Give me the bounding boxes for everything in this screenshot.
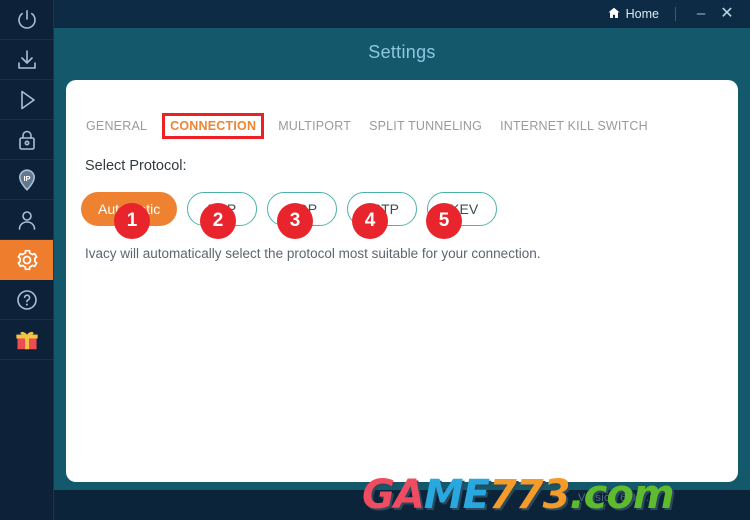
sidebar-item-settings[interactable]	[0, 240, 53, 280]
page-title: Settings	[368, 42, 436, 62]
sidebar-item-power[interactable]	[0, 0, 53, 40]
site-watermark: GAME773.com	[362, 472, 675, 518]
settings-card: GENERAL CONNECTION MULTIPORT SPLIT TUNNE…	[66, 80, 738, 482]
watermark-part-2: ME	[423, 472, 490, 518]
protocol-description: Ivacy will automatically select the prot…	[85, 246, 541, 261]
sidebar-item-account[interactable]	[0, 200, 53, 240]
ip-pin-icon: IP	[15, 168, 39, 192]
watermark-part-4: .com	[569, 472, 674, 518]
sidebar: IP	[0, 0, 54, 520]
titlebar-divider	[675, 7, 676, 21]
gear-icon	[14, 247, 40, 273]
watermark-part-1: GA	[362, 472, 425, 518]
help-icon	[15, 288, 39, 312]
sidebar-item-download[interactable]	[0, 40, 53, 80]
sidebar-item-security[interactable]	[0, 120, 53, 160]
tab-internet-kill-switch[interactable]: INTERNET KILL SWITCH	[500, 116, 648, 136]
svg-text:IP: IP	[23, 174, 30, 183]
annotation-badge-3: 3	[277, 203, 313, 239]
select-protocol-label: Select Protocol:	[85, 158, 187, 174]
annotation-badge-1: 1	[114, 203, 150, 239]
home-icon	[607, 6, 621, 23]
tab-bar: GENERAL CONNECTION MULTIPORT SPLIT TUNNE…	[86, 113, 666, 139]
power-icon	[15, 8, 39, 32]
sidebar-item-ip[interactable]: IP	[0, 160, 53, 200]
tab-general[interactable]: GENERAL	[86, 116, 147, 136]
tab-multiport[interactable]: MULTIPORT	[278, 116, 351, 136]
annotation-badge-2: 2	[200, 203, 236, 239]
play-icon	[15, 88, 39, 112]
minimize-button[interactable]: –	[688, 0, 714, 28]
sidebar-item-help[interactable]	[0, 280, 53, 320]
tab-split-tunneling[interactable]: SPLIT TUNNELING	[369, 116, 482, 136]
sidebar-item-streaming[interactable]	[0, 80, 53, 120]
ivacy-vpn-window: IP Home – ✕ Settings GENERAL CONNECTION …	[0, 0, 750, 520]
annotation-badge-5: 5	[426, 203, 462, 239]
gift-icon	[14, 327, 40, 353]
title-bar: Home – ✕	[54, 0, 750, 28]
home-label: Home	[625, 7, 659, 21]
close-button[interactable]: ✕	[714, 0, 740, 28]
download-icon	[15, 48, 39, 72]
lock-icon	[15, 128, 39, 152]
user-icon	[15, 208, 39, 232]
annotation-badge-4: 4	[352, 203, 388, 239]
home-button[interactable]: Home	[601, 6, 665, 23]
content-area: Settings GENERAL CONNECTION MULTIPORT SP…	[54, 28, 750, 490]
sidebar-item-gift[interactable]	[0, 320, 53, 360]
tab-connection[interactable]: CONNECTION	[162, 113, 265, 139]
watermark-part-3: 773	[488, 472, 570, 518]
